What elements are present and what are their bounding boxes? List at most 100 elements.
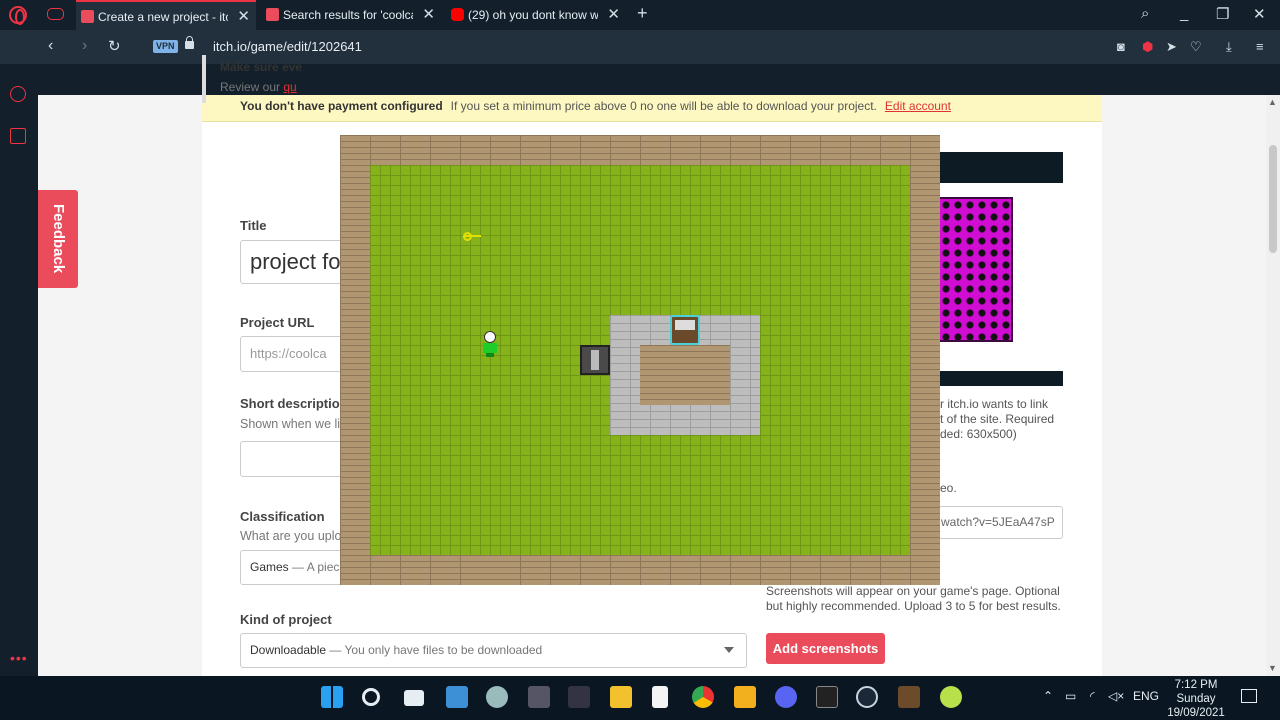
scrollbar[interactable]: ▲ ▼ xyxy=(1266,95,1280,676)
vpn-badge[interactable]: VPN xyxy=(153,40,178,53)
kind-of-project-label: Kind of project xyxy=(240,612,332,627)
reload-icon[interactable]: ↻ xyxy=(108,37,121,55)
player-head xyxy=(484,331,496,343)
scroll-up-icon[interactable]: ▲ xyxy=(1268,97,1277,107)
more-icon[interactable]: ••• xyxy=(10,650,28,666)
widgets-icon[interactable] xyxy=(446,686,468,708)
wifi-icon[interactable]: ◜ xyxy=(1090,689,1095,703)
epic-games-icon[interactable] xyxy=(816,686,838,708)
camera-icon[interactable]: ◙ xyxy=(1117,39,1125,54)
scroll-thumb[interactable] xyxy=(1269,145,1277,253)
video-url-input[interactable]: watch?v=5JEaA47sP xyxy=(938,506,1063,539)
chrome-icon[interactable] xyxy=(692,686,714,708)
chevron-down-icon xyxy=(724,647,734,653)
minimize-icon[interactable]: _ xyxy=(1180,5,1188,22)
guidelines-notice: Make sure eve Review our qu xyxy=(202,55,402,103)
kind-of-project-select[interactable]: Downloadable — You only have files to be… xyxy=(240,633,747,668)
classification-select[interactable]: Games — A piece xyxy=(240,550,350,585)
game-window[interactable] xyxy=(340,135,940,585)
notes-icon[interactable] xyxy=(734,686,756,708)
heart-icon[interactable]: ♡ xyxy=(1190,39,1202,55)
taskbar xyxy=(0,676,1280,720)
short-description-input[interactable] xyxy=(240,441,350,477)
clock[interactable]: 7:12 PM Sunday 19/09/2021 xyxy=(1160,676,1232,720)
address-bar: ‹ › ↻ VPN itch.io/game/edit/1202641 ◙ ⬢ … xyxy=(0,30,1280,64)
menu-icon[interactable]: ≡ xyxy=(1256,39,1264,54)
tab-youtube[interactable]: (29) oh you dont know what ✕ xyxy=(446,0,626,30)
settings-icon[interactable] xyxy=(486,686,508,708)
new-tab-icon[interactable]: + xyxy=(637,3,648,24)
snipping-icon[interactable] xyxy=(568,686,590,708)
project-url-input[interactable]: https://coolca xyxy=(240,336,350,372)
title-input[interactable]: project fo xyxy=(240,240,350,284)
key-sprite-icon xyxy=(463,232,481,241)
door-sprite-icon xyxy=(580,345,610,375)
player-sprite-icon xyxy=(483,331,497,357)
guidelines-link[interactable]: qu xyxy=(283,80,296,94)
cover-text-3: ded: 630x500) xyxy=(940,427,1017,441)
gamepad-icon[interactable] xyxy=(47,8,64,20)
wall-notch xyxy=(490,555,520,585)
opera-logo-icon[interactable] xyxy=(9,6,27,25)
short-description-hint: Shown when we li xyxy=(240,417,341,431)
itchio-favicon-icon xyxy=(266,8,279,21)
lock-icon[interactable] xyxy=(185,36,194,49)
back-icon[interactable]: ‹ xyxy=(48,37,53,55)
notifications-icon[interactable] xyxy=(1241,689,1257,703)
player-body xyxy=(483,343,497,353)
youtube-favicon-icon xyxy=(451,8,464,21)
screenshots-text-1: Screenshots will appear on your game's p… xyxy=(766,584,1060,598)
bed-sprite-icon xyxy=(670,315,700,345)
url-field[interactable]: itch.io/game/edit/1202641 xyxy=(213,39,362,54)
cover-image-preview[interactable] xyxy=(938,152,1063,387)
player-legs xyxy=(486,353,494,357)
close-window-icon[interactable]: ✕ xyxy=(1253,5,1266,23)
clock-time: 7:12 PM xyxy=(1174,679,1218,691)
volume-icon[interactable]: ◁× xyxy=(1108,689,1124,703)
notice-text: Review our qu xyxy=(220,80,297,94)
chevron-up-icon[interactable]: ⌃ xyxy=(1043,689,1053,703)
warning-text: If you set a minimum price above 0 no on… xyxy=(450,99,877,113)
bag-icon[interactable] xyxy=(10,128,26,144)
short-description-label: Short description xyxy=(240,396,348,411)
cover-text-1: r itch.io wants to link xyxy=(940,397,1049,411)
tab-search-results[interactable]: Search results for 'coolcat2' ✕ xyxy=(261,0,441,30)
speed-dial-icon[interactable] xyxy=(10,86,26,102)
building-floor xyxy=(640,345,730,405)
calculator-icon[interactable] xyxy=(528,686,550,708)
screenshots-text-2: but highly recommended. Upload 3 to 5 fo… xyxy=(766,599,1061,613)
battery-icon[interactable]: ▭ xyxy=(1065,689,1076,703)
windows-start-icon[interactable] xyxy=(321,686,343,708)
opera-gx-icon[interactable] xyxy=(940,686,962,708)
add-screenshots-button[interactable]: Add screenshots xyxy=(766,633,885,664)
adblock-shield-icon[interactable]: ⬢ xyxy=(1142,39,1153,55)
restore-icon[interactable]: ❐ xyxy=(1216,5,1229,23)
close-tab-icon[interactable]: ✕ xyxy=(237,2,250,30)
notepad-icon[interactable] xyxy=(652,686,668,708)
itchio-favicon-icon xyxy=(81,10,94,23)
feedback-button[interactable]: Feedback xyxy=(38,190,78,288)
send-icon[interactable]: ➤ xyxy=(1166,39,1177,55)
classification-hint: What are you uplo xyxy=(240,529,342,543)
close-tab-icon[interactable]: ✕ xyxy=(607,0,620,30)
download-icon[interactable]: ⤓ xyxy=(1226,39,1232,55)
search-icon[interactable] xyxy=(362,688,380,706)
grass-field xyxy=(370,165,910,585)
clock-date: 19/09/2021 xyxy=(1167,707,1225,719)
cover-text-2: t of the site. Required xyxy=(940,412,1055,426)
edit-account-link[interactable]: Edit account xyxy=(885,99,951,113)
task-view-icon[interactable] xyxy=(404,690,424,706)
search-tabs-icon[interactable]: ⌕ xyxy=(1141,5,1149,22)
discord-icon[interactable] xyxy=(775,686,797,708)
tab-create-project[interactable]: Create a new project - itch.io ✕ xyxy=(76,0,256,30)
preview-taskbar xyxy=(938,371,1063,386)
close-tab-icon[interactable]: ✕ xyxy=(422,0,435,30)
scroll-down-icon[interactable]: ▼ xyxy=(1268,663,1277,673)
file-explorer-icon[interactable] xyxy=(610,686,632,708)
game-icon[interactable] xyxy=(898,686,920,708)
steam-icon[interactable] xyxy=(856,686,878,708)
forward-icon[interactable]: › xyxy=(82,37,87,55)
clock-day: Sunday xyxy=(1176,693,1216,705)
language-indicator[interactable]: ENG xyxy=(1133,689,1159,703)
browser-sidebar: ••• xyxy=(0,64,38,676)
